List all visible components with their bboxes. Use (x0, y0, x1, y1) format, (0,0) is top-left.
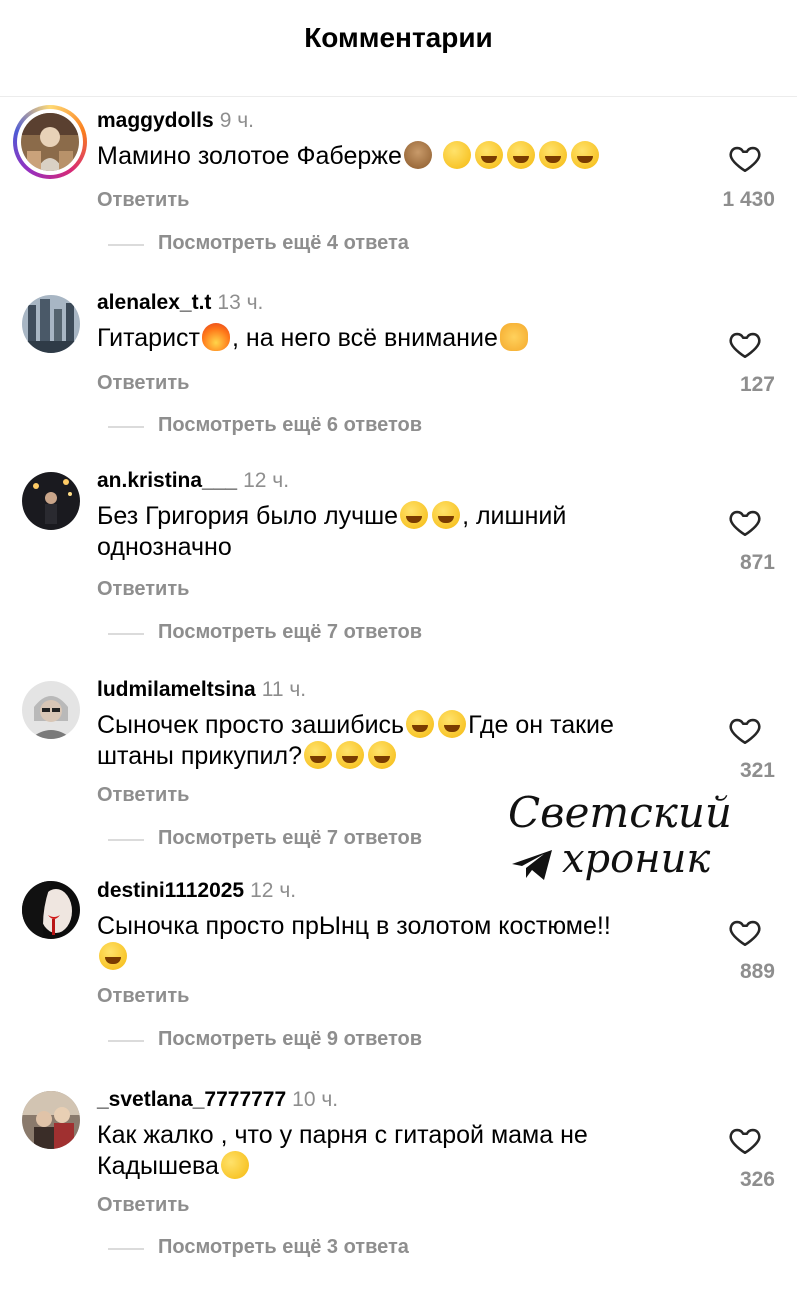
comment-item: an.kristina___ 12 ч. Без Григория было лу… (0, 469, 797, 687)
reply-button[interactable]: Ответить (97, 372, 189, 395)
username[interactable]: _svetlana_7777777 (97, 1088, 286, 1111)
comment-time: 13 ч. (217, 291, 264, 314)
tears-of-joy-emoji (303, 741, 332, 769)
tears-of-joy-emoji (406, 710, 435, 738)
divider (108, 1040, 144, 1042)
comment-time: 10 ч. (292, 1088, 339, 1111)
watermark: Светский хроник (500, 788, 732, 898)
reply-button[interactable]: Ответить (97, 189, 189, 212)
divider (108, 633, 144, 635)
comment-item: destini1112025 12 ч. Сыночка просто прЫнц… (0, 879, 797, 1100)
like-count: 1 430 (722, 188, 775, 211)
comment-time: 11 ч. (261, 678, 307, 701)
username[interactable]: alenalex_t.t (97, 291, 211, 314)
comment-text: Сыночка просто прЫнц в золотом костюме!! (97, 911, 687, 973)
comment-item: _svetlana_7777777 10 ч. Как жалко , что у… (0, 1088, 797, 1306)
username[interactable]: maggydolls (97, 109, 214, 132)
tears-of-joy-emoji (367, 741, 396, 769)
reply-button[interactable]: Ответить (97, 578, 189, 601)
telegram-icon (512, 850, 552, 880)
avatar[interactable] (22, 472, 80, 530)
like-count: 321 (739, 759, 775, 782)
avatar[interactable] (21, 113, 79, 171)
avatar[interactable] (22, 295, 80, 353)
reply-button[interactable]: Ответить (97, 1194, 189, 1217)
comment-time: 12 ч. (243, 469, 290, 492)
tears-of-joy-emoji (432, 501, 461, 529)
comment-item: maggydolls 9 ч. Мамино золотое Фаберже От… (0, 97, 797, 303)
reply-button[interactable]: Ответить (97, 784, 189, 807)
like-count: 889 (739, 960, 775, 983)
divider (108, 244, 144, 246)
comments-list: maggydolls 9 ч. Мамино золотое Фаберже От… (0, 97, 797, 1306)
comment-item: alenalex_t.t 13 ч. Гитарист, на него всё … (0, 291, 797, 481)
shushing-face-emoji (442, 141, 471, 169)
tears-of-joy-emoji (506, 141, 535, 169)
divider (108, 1248, 144, 1250)
tears-of-joy-emoji (570, 141, 599, 169)
like-count: 871 (739, 551, 775, 574)
comment-time: 9 ч. (219, 109, 254, 132)
watermark-line1: Светский (508, 788, 732, 837)
username[interactable]: ludmilameltsina (97, 678, 256, 701)
header: Комментарии (0, 0, 797, 97)
page-title: Комментарии (304, 22, 493, 53)
username[interactable]: an.kristina___ (97, 469, 237, 492)
heart-icon[interactable] (727, 505, 763, 539)
watermark-line2: хроник (562, 836, 711, 882)
clapping-hands-emoji (499, 323, 528, 351)
comment-text: Как жалко , что у парня с гитарой мама н… (97, 1120, 657, 1183)
comment-time: 12 ч. (250, 879, 297, 902)
tears-of-joy-emoji (400, 501, 429, 529)
fire-emoji (202, 323, 230, 351)
divider (108, 839, 144, 841)
avatar[interactable] (22, 1091, 80, 1149)
like-count: 326 (739, 1168, 775, 1191)
heart-icon[interactable] (727, 1123, 763, 1157)
tears-of-joy-emoji (335, 741, 364, 769)
tears-of-joy-emoji (538, 141, 567, 169)
avatar[interactable] (22, 881, 80, 939)
heart-icon[interactable] (727, 915, 763, 949)
tears-of-joy-emoji (438, 710, 467, 738)
rolling-laughing-emoji (216, 1147, 253, 1183)
see-no-evil-monkey-emoji (403, 141, 432, 169)
heart-icon[interactable] (727, 327, 763, 361)
comment-text: Сыночек просто зашибись Где он такие штан… (97, 710, 614, 770)
tears-of-joy-emoji (474, 141, 503, 169)
comment-text: Без Григория было лучше, лишний однознач… (97, 501, 567, 561)
avatar[interactable] (22, 681, 80, 739)
story-ring[interactable] (13, 105, 87, 179)
divider (108, 426, 144, 428)
like-count: 127 (739, 373, 775, 396)
reply-button[interactable]: Ответить (97, 985, 189, 1008)
comment-text: Мамино золотое Фаберже (97, 141, 677, 172)
comment-text: Гитарист, на него всё внимание (97, 323, 677, 354)
tears-of-joy-emoji (99, 942, 127, 970)
username[interactable]: destini1112025 (97, 879, 244, 902)
heart-icon[interactable] (727, 141, 763, 175)
heart-icon[interactable] (727, 713, 763, 747)
